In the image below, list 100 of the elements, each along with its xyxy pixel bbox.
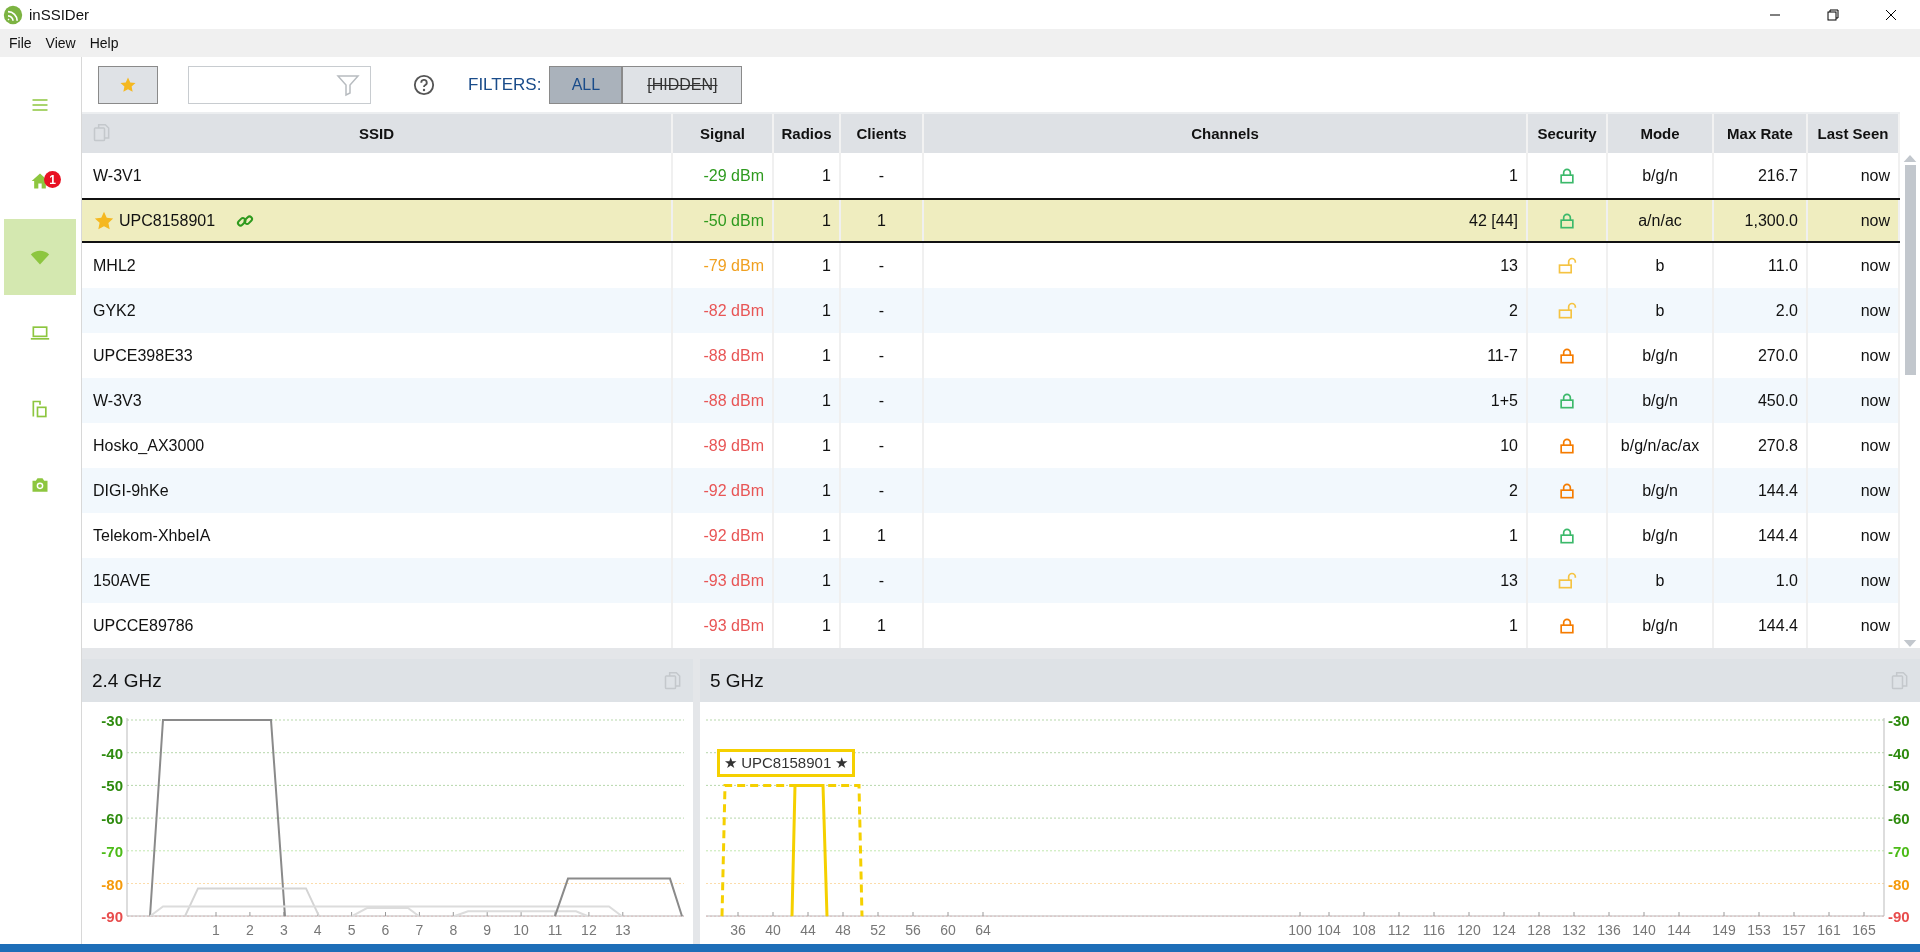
axis-label: 13 [615,922,631,938]
table-cell: 450.0 [1714,378,1808,423]
table-cell: -92 dBm [673,468,774,513]
table-cell: 2 [924,468,1528,513]
axis-label: 1 [212,922,220,938]
axis-label: 153 [1747,922,1771,938]
table-cell: 1 [774,378,841,423]
ssid-text: W-3V3 [93,391,142,410]
axis-label: 140 [1632,922,1656,938]
axis-label: -50 [101,777,123,795]
table-cell: -82 dBm [673,288,774,333]
table-row[interactable]: 150AVE -93 dBm 1 - 13 b 1.0 now [82,558,1900,603]
filters-label: FILTERS: [468,74,542,95]
table-cell: 1 [774,200,841,241]
table-row[interactable]: UPCCE89786 -93 dBm 1 1 1 b/g/n 144.4 now [82,603,1900,648]
panel-title: 2.4 GHz [92,669,162,692]
column-header[interactable]: Security [1537,125,1597,142]
axis-label: -30 [101,712,123,729]
favorites-button[interactable] [98,65,158,104]
axis-label: 128 [1527,922,1551,938]
table-cell: -93 dBm [673,603,774,648]
axis-label: 104 [1317,922,1341,938]
scrollbar-thumb[interactable] [1904,165,1916,375]
filter-field[interactable] [188,65,371,104]
copy-icon[interactable] [92,122,112,144]
column-header[interactable]: Radios [781,125,832,142]
column-header[interactable]: Last Seen [1817,125,1889,142]
table-cell: 144.4 [1714,468,1808,513]
column-header[interactable]: Max Rate [1727,125,1793,142]
axis-label: 44 [800,922,816,938]
ssid-text: DIGI-9hKe [93,481,169,500]
axis-label: 112 [1387,922,1411,938]
table-cell: 1 [774,468,841,513]
help-icon[interactable] [413,73,435,96]
sidebar-item[interactable] [4,219,76,295]
table-cell: - [841,558,924,603]
table-cell: 1+5 [924,378,1528,423]
axis-label: 2 [246,922,254,938]
table-cell: -50 dBm [673,200,774,241]
menu-item[interactable]: View [38,31,83,55]
camera-icon [30,475,50,495]
scroll-up-icon[interactable] [1903,154,1917,163]
table-cell: 13 [924,558,1528,603]
column-header[interactable]: Mode [1640,125,1680,142]
table-cell: b [1608,558,1714,603]
column-header[interactable]: SSID [359,125,394,142]
table-cell: 1.0 [1714,558,1808,603]
menu-item[interactable]: File [2,31,39,55]
ssid-text: UPCE398E33 [93,346,193,365]
sidebar-item[interactable]: 1 [4,143,76,219]
table-row[interactable]: UPC8158901 -50 dBm 1 1 42 [44] a/n/ac 1,300.0 now [82,198,1900,243]
column-header[interactable]: Signal [700,125,745,142]
axis-label: 48 [835,922,851,938]
axis-label: 124 [1492,922,1516,938]
pages-icon [30,399,50,419]
copy-icon[interactable] [1890,669,1910,692]
scroll-down-icon[interactable] [1903,639,1917,648]
axis-label: -70 [1888,842,1910,860]
axis-label: 161 [1817,922,1841,938]
table-cell: 1 [774,603,841,648]
axis-label: 120 [1457,922,1481,938]
copy-icon[interactable] [663,669,683,692]
column-header[interactable]: Channels [1191,125,1259,142]
table-row[interactable]: GYK2 -82 dBm 1 - 2 b 2.0 now [82,288,1900,333]
column-header[interactable]: Clients [856,125,907,142]
axis-label: 132 [1562,922,1586,938]
ssid-text: UPC8158901 [119,211,216,230]
table-cell: b/g/n [1608,603,1714,648]
table-row[interactable]: W-3V3 -88 dBm 1 - 1+5 b/g/n 450.0 now [82,378,1900,423]
axis-label: 5 [347,922,356,938]
ssid-text: MHL2 [93,256,136,275]
ssid-text: Hosko_AX3000 [93,436,205,455]
table-row[interactable]: DIGI-9hKe -92 dBm 1 - 2 b/g/n 144.4 now [82,468,1900,513]
axis-label: 4 [313,922,322,938]
filter-button[interactable]: ALL [549,65,623,104]
axis-label: -80 [1888,875,1910,893]
table-cell: - [841,288,924,333]
filter-button[interactable]: [HIDDEN] [622,65,743,104]
table-cell: 1,300.0 [1714,200,1808,241]
table-cell: b/g/n [1608,468,1714,513]
ssid-text: W-3V1 [93,166,142,185]
table-cell: - [841,378,924,423]
ssid-text: 150AVE [93,571,151,590]
table-cell: 1 [774,288,841,333]
axis-label: -40 [1888,744,1910,762]
ssid-text: GYK2 [93,301,136,320]
ssid-text: UPCCE89786 [93,616,194,635]
axis-label: 3 [279,922,288,938]
app-icon [3,4,23,25]
table-cell: 144.4 [1714,603,1808,648]
axis-label: 8 [449,922,458,938]
table-cell: -93 dBm [673,558,774,603]
axis-label: -60 [101,810,123,828]
axis-label: -50 [1888,777,1910,795]
table-cell: 2 [924,288,1528,333]
axis-label: -90 [101,908,123,926]
axis-label: -30 [1888,712,1910,729]
menu-item[interactable]: Help [82,31,126,55]
axis-label: 10 [513,922,529,938]
ssid-text: Telekom-XhbeIA [93,526,211,545]
